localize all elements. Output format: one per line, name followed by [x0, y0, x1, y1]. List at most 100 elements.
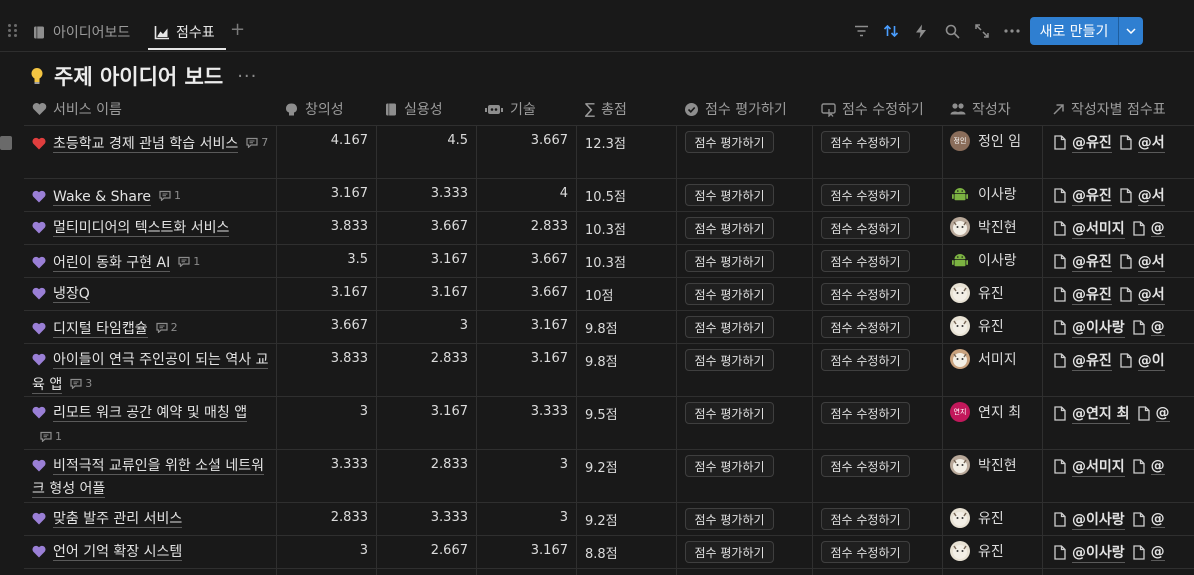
evaluate-button[interactable]: 점수 평가하기: [685, 402, 774, 424]
service-name[interactable]: 냉장Q: [53, 286, 90, 303]
tech-score[interactable]: 3.667: [484, 285, 568, 300]
creativity-score[interactable]: 3.167: [284, 186, 368, 201]
author-scoreboard-relations[interactable]: @유진 @서: [1054, 284, 1194, 305]
search-icon[interactable]: [943, 22, 961, 40]
service-name-cell[interactable]: 디지털 타임캡슐 2: [32, 317, 272, 342]
row-drag-handle-icon[interactable]: [0, 136, 12, 150]
edit-score-button[interactable]: 점수 수정하기: [821, 131, 910, 153]
evaluate-button[interactable]: 점수 평가하기: [685, 508, 774, 530]
practicality-score[interactable]: 3.333: [384, 186, 468, 201]
service-name-cell[interactable]: 멀티미디어의 텍스트화 서비스: [32, 218, 272, 241]
author-scoreboard-relations[interactable]: @이사랑 @: [1054, 317, 1194, 338]
header-practicality[interactable]: 실용성: [384, 92, 443, 126]
service-name[interactable]: 초등학교 경제 관념 학습 서비스: [53, 136, 239, 153]
total-score[interactable]: 9.2점: [585, 457, 618, 476]
relation-page-link[interactable]: @유진: [1054, 132, 1112, 153]
author-scoreboard-relations[interactable]: @연지 최 @: [1054, 403, 1194, 424]
creativity-score[interactable]: 3.667: [284, 318, 368, 333]
chevron-down-icon[interactable]: [1119, 28, 1143, 34]
creativity-score[interactable]: 2.833: [284, 510, 368, 525]
edit-score-button[interactable]: 점수 수정하기: [821, 184, 910, 206]
service-name[interactable]: 아이들이 연극 주인공이 되는 역사 교육 앱: [32, 352, 269, 394]
edit-score-button[interactable]: 점수 수정하기: [821, 541, 910, 563]
author-cell[interactable]: 박진현: [950, 455, 1017, 475]
author-cell[interactable]: 이사랑: [950, 184, 1017, 204]
total-score[interactable]: 9.5점: [585, 404, 618, 423]
service-name-cell[interactable]: 리모트 워크 공간 예약 및 매칭 앱 1: [32, 403, 272, 449]
tech-score[interactable]: 3: [484, 510, 568, 525]
creativity-score[interactable]: 4.167: [284, 133, 368, 148]
practicality-score[interactable]: 2.833: [384, 457, 468, 472]
service-name[interactable]: 멀티미디어의 텍스트화 서비스: [53, 220, 230, 237]
tab-idea-board[interactable]: 아이디어보드: [32, 14, 130, 50]
relation-page-link[interactable]: @서미지: [1054, 456, 1125, 477]
evaluate-button[interactable]: 점수 평가하기: [685, 131, 774, 153]
service-name[interactable]: 비적극적 교류인을 위한 소셜 네트워크 형성 어플: [32, 458, 264, 498]
practicality-score[interactable]: 3.167: [384, 252, 468, 267]
header-by-author[interactable]: 작성자별 점수표: [1052, 92, 1166, 126]
practicality-score[interactable]: 3: [384, 318, 468, 333]
automation-bolt-icon[interactable]: [912, 22, 930, 40]
relation-page-link[interactable]: @서: [1120, 284, 1165, 305]
total-score[interactable]: 9.8점: [585, 318, 618, 337]
service-name-cell[interactable]: 아이들이 연극 주인공이 되는 역사 교육 앱3: [32, 350, 272, 396]
tech-score[interactable]: 3.667: [484, 252, 568, 267]
header-total[interactable]: ∑ 총점: [585, 92, 627, 126]
service-name[interactable]: 맞춤 발주 관리 서비스: [53, 511, 183, 528]
author-scoreboard-relations[interactable]: @서미지 @: [1054, 218, 1194, 239]
practicality-score[interactable]: 4.5: [384, 133, 468, 148]
evaluate-button[interactable]: 점수 평가하기: [685, 455, 774, 477]
comment-count[interactable]: 7: [246, 132, 268, 153]
tech-score[interactable]: 3.667: [484, 133, 568, 148]
evaluate-button[interactable]: 점수 평가하기: [685, 349, 774, 371]
practicality-score[interactable]: 2.833: [384, 351, 468, 366]
relation-page-link[interactable]: @서: [1120, 251, 1165, 272]
author-cell[interactable]: 유진: [950, 283, 1004, 303]
author-scoreboard-relations[interactable]: @유진 @서: [1054, 251, 1194, 272]
service-name-cell[interactable]: 언어 기억 확장 시스템: [32, 542, 272, 565]
total-score[interactable]: 8.8점: [585, 543, 618, 562]
header-author[interactable]: 작성자: [950, 92, 1011, 126]
relation-page-link[interactable]: @유진: [1054, 251, 1112, 272]
tech-score[interactable]: 3: [484, 457, 568, 472]
sort-icon[interactable]: [882, 22, 900, 40]
creativity-score[interactable]: 3.833: [284, 219, 368, 234]
practicality-score[interactable]: 3.167: [384, 285, 468, 300]
relation-page-link[interactable]: @이사랑: [1054, 317, 1125, 338]
edit-score-button[interactable]: 점수 수정하기: [821, 283, 910, 305]
total-score[interactable]: 9.8점: [585, 351, 618, 370]
edit-score-button[interactable]: 점수 수정하기: [821, 402, 910, 424]
filter-icon[interactable]: [852, 22, 870, 40]
author-scoreboard-relations[interactable]: @유진 @서: [1054, 185, 1194, 206]
relation-page-link[interactable]: @: [1137, 403, 1170, 424]
relation-page-link[interactable]: @유진: [1054, 350, 1112, 371]
service-name-cell[interactable]: 어린이 동화 구현 AI 1: [32, 251, 272, 276]
author-cell[interactable]: 유진: [950, 508, 1004, 528]
relation-page-link[interactable]: @: [1132, 509, 1165, 530]
service-name[interactable]: 언어 기억 확장 시스템: [53, 544, 183, 561]
header-creativity[interactable]: 창의성: [284, 92, 344, 126]
creativity-score[interactable]: 3: [284, 543, 368, 558]
relation-page-link[interactable]: @: [1132, 218, 1165, 239]
relation-page-link[interactable]: @서: [1120, 185, 1165, 206]
header-evaluate[interactable]: 점수 평가하기: [684, 92, 787, 126]
header-edit[interactable]: 점수 수정하기: [821, 92, 924, 126]
tech-score[interactable]: 3.333: [484, 404, 568, 419]
total-score[interactable]: 10.5점: [585, 186, 626, 205]
comment-count[interactable]: 1: [178, 251, 200, 272]
practicality-score[interactable]: 3.667: [384, 219, 468, 234]
author-scoreboard-relations[interactable]: @이사랑 @: [1054, 542, 1194, 563]
total-score[interactable]: 10점: [585, 285, 614, 304]
tech-score[interactable]: 3.167: [484, 351, 568, 366]
edit-score-button[interactable]: 점수 수정하기: [821, 316, 910, 338]
expand-icon[interactable]: [973, 22, 991, 40]
tech-score[interactable]: 4: [484, 186, 568, 201]
author-scoreboard-relations[interactable]: @유진 @서: [1054, 132, 1194, 153]
tech-score[interactable]: 3.167: [484, 543, 568, 558]
service-name-cell[interactable]: 냉장Q: [32, 284, 272, 307]
evaluate-button[interactable]: 점수 평가하기: [685, 184, 774, 206]
tech-score[interactable]: 3.167: [484, 318, 568, 333]
author-cell[interactable]: 유진: [950, 316, 1004, 336]
author-cell[interactable]: 서미지: [950, 349, 1017, 369]
creativity-score[interactable]: 3.5: [284, 252, 368, 267]
